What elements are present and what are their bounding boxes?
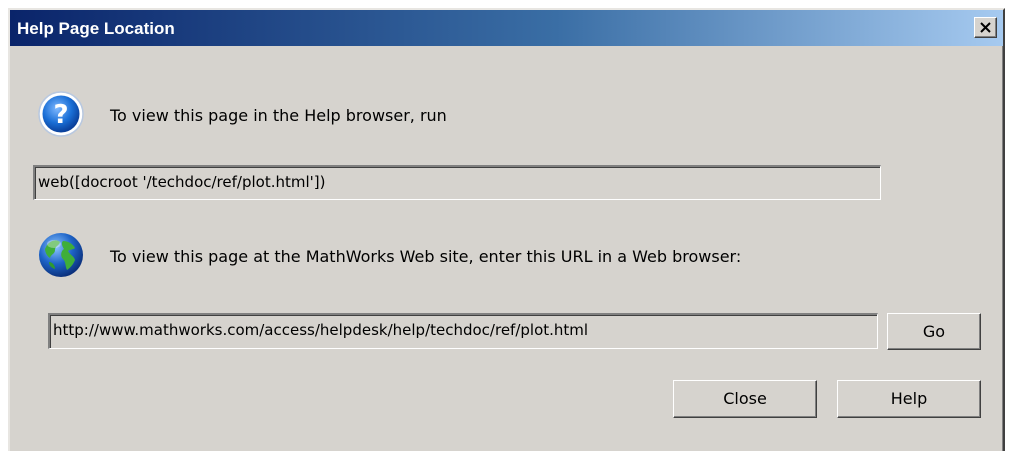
question-icon: ?	[38, 91, 84, 137]
title-bar[interactable]: Help Page Location	[10, 10, 1003, 46]
window-title: Help Page Location	[17, 19, 175, 38]
close-button[interactable]: Close	[673, 380, 817, 418]
help-button[interactable]: Help	[837, 380, 981, 418]
globe-icon	[39, 233, 83, 277]
close-window-button[interactable]	[974, 17, 997, 38]
help-page-location-dialog: Help Page Location ? To view this page i…	[8, 8, 1005, 451]
close-icon	[980, 22, 991, 33]
command-field[interactable]: web([docroot '/techdoc/ref/plot.html'])	[33, 165, 881, 200]
go-button[interactable]: Go	[887, 313, 981, 350]
web-site-message: To view this page at the MathWorks Web s…	[110, 247, 742, 266]
help-browser-message: To view this page in the Help browser, r…	[110, 106, 447, 125]
url-field[interactable]: http://www.mathworks.com/access/helpdesk…	[48, 313, 878, 349]
svg-text:?: ?	[53, 100, 68, 130]
